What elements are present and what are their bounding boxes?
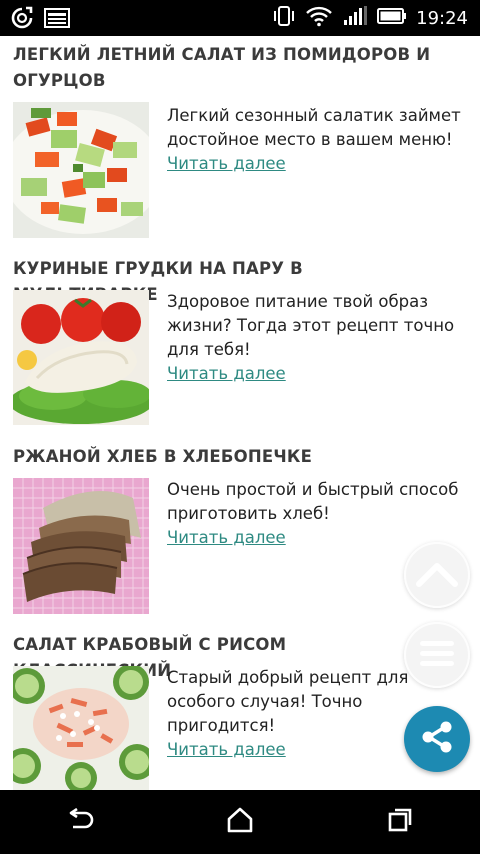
article-description: Легкий сезонный салатик займет достойное… <box>167 106 461 149</box>
menu-icon <box>418 638 456 672</box>
share-icon <box>419 719 455 759</box>
article-title[interactable]: РЖАНОЙ ХЛЕБ В ХЛЕБОПЕЧКЕ <box>13 444 433 470</box>
back-icon <box>65 807 95 836</box>
article-description: Здоровое питание твой образ жизни? Тогда… <box>167 292 455 359</box>
scroll-to-top-button[interactable] <box>404 542 470 608</box>
navigation-bar <box>0 790 480 854</box>
article-card[interactable]: ЛЕГКИЙ ЛЕТНИЙ САЛАТ ИЗ ПОМИДОРОВ И ОГУРЦ… <box>0 36 480 248</box>
article-card[interactable]: РЖАНОЙ ХЛЕБ В ХЛЕБОПЕЧКЕ Очень простой и… <box>0 444 480 624</box>
article-body: Очень простой и быстрый способ приготови… <box>167 478 472 550</box>
signal-icon <box>342 5 368 31</box>
back-button[interactable] <box>40 790 120 854</box>
notification-card-icon <box>44 7 70 33</box>
article-body: Легкий сезонный салатик займет достойное… <box>167 104 472 176</box>
screen: 19:24 ЛЕГКИЙ ЛЕТНИЙ САЛАТ ИЗ ПОМИДОРОВ И… <box>0 0 480 854</box>
chevron-up-icon <box>415 558 459 592</box>
clock: 19:24 <box>416 7 468 29</box>
home-icon <box>226 807 254 837</box>
read-more-link[interactable]: Читать далее <box>167 526 286 550</box>
share-button[interactable] <box>404 706 470 772</box>
crab-salad-photo[interactable] <box>13 666 149 790</box>
read-more-link[interactable]: Читать далее <box>167 362 286 386</box>
home-button[interactable] <box>200 790 280 854</box>
battery-icon <box>377 7 407 29</box>
salad-photo[interactable] <box>13 102 149 238</box>
bread-photo[interactable] <box>13 478 149 614</box>
read-more-link[interactable]: Читать далее <box>167 152 286 176</box>
article-body: Здоровое питание твой образ жизни? Тогда… <box>167 290 472 386</box>
sync-icon <box>10 6 34 34</box>
menu-button[interactable] <box>404 622 470 688</box>
recipe-feed[interactable]: ЛЕГКИЙ ЛЕТНИЙ САЛАТ ИЗ ПОМИДОРОВ И ОГУРЦ… <box>0 36 480 790</box>
chicken-photo[interactable] <box>13 290 149 425</box>
article-description: Очень простой и быстрый способ приготови… <box>167 480 459 523</box>
vibrate-icon <box>272 5 296 31</box>
read-more-link[interactable]: Читать далее <box>167 738 286 762</box>
wifi-icon <box>305 5 333 31</box>
article-card[interactable]: КУРИНЫЕ ГРУДКИ НА ПАРУ В МУЛЬТИВАРКЕ <box>0 256 480 446</box>
recents-button[interactable] <box>360 790 440 854</box>
status-bar: 19:24 <box>0 0 480 36</box>
recents-icon <box>387 807 413 837</box>
article-title[interactable]: ЛЕГКИЙ ЛЕТНИЙ САЛАТ ИЗ ПОМИДОРОВ И ОГУРЦ… <box>13 42 433 94</box>
